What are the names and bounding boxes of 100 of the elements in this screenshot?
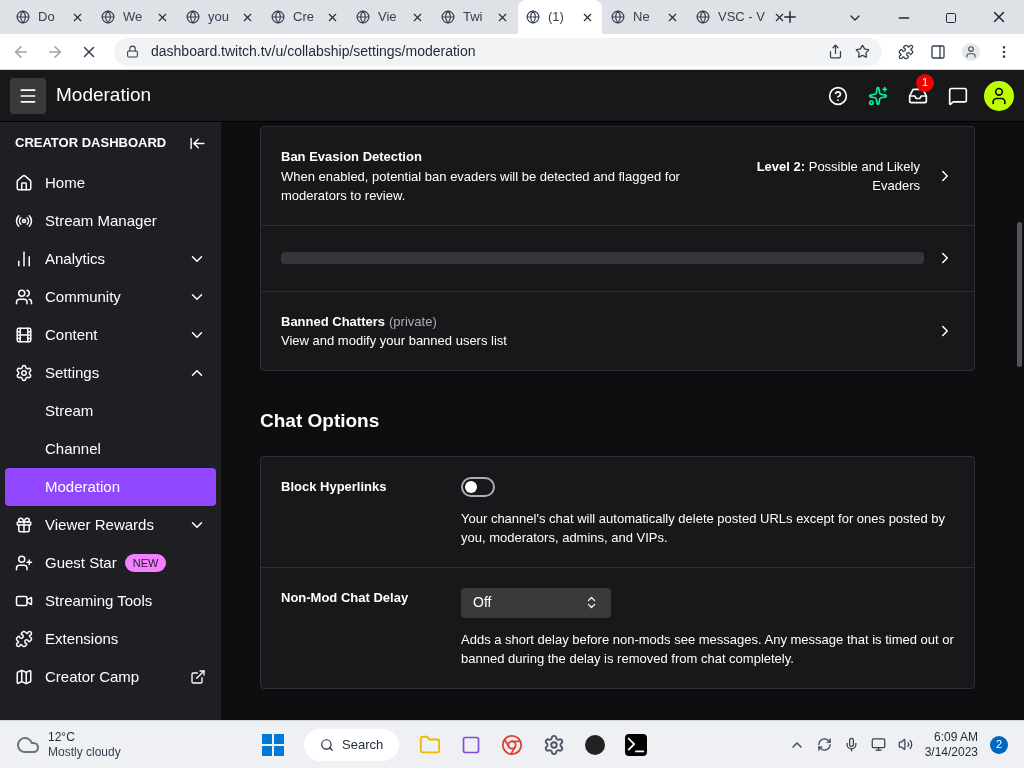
sidebar-heading: CREATOR DASHBOARD (15, 134, 167, 153)
film-icon (15, 326, 33, 344)
bar-chart-icon (15, 250, 33, 268)
sidebar-label: Content (45, 324, 98, 345)
site-icon (611, 10, 625, 24)
people-icon (15, 288, 33, 306)
home-icon (15, 174, 33, 192)
help-icon[interactable] (828, 85, 848, 106)
weather-text: Mostly cloudy (48, 744, 121, 760)
user-icon (989, 85, 1009, 106)
setting-value: Level 2: Possible and Likely Evaders (755, 157, 920, 195)
profile-icon[interactable] (962, 42, 980, 61)
delay-select[interactable]: Off (461, 587, 611, 618)
site-icon (186, 10, 200, 24)
sidebar-label: Community (45, 286, 121, 307)
sidebar-item[interactable]: Analytics (5, 240, 216, 278)
sidebar-item[interactable]: Community (5, 278, 216, 316)
setting-title: Block Hyperlinks (281, 477, 388, 496)
sync-icon[interactable] (816, 737, 832, 752)
sidebar-label: Analytics (45, 248, 106, 269)
browser-icon[interactable] (501, 733, 524, 756)
volume-icon[interactable] (897, 737, 913, 752)
avatar[interactable] (984, 80, 1014, 111)
app-icon[interactable] (585, 734, 606, 755)
clock-time: 6:09 AM (934, 729, 978, 745)
sidebar-item[interactable]: Guest Star NEW (5, 544, 216, 582)
search-button[interactable]: Search (304, 728, 400, 761)
tab-title: Do (38, 8, 56, 27)
maximize-icon[interactable] (945, 12, 957, 24)
setting-title: Banned Chatters (281, 312, 386, 331)
browser-tab[interactable]: Cre (263, 0, 347, 34)
settings-icon (15, 364, 33, 382)
tab-title: Twi (463, 8, 484, 27)
new-badge: NEW (124, 553, 167, 573)
sidebar-label: Extensions (45, 628, 119, 649)
sidebar-label: Channel (45, 438, 101, 459)
browser-tab[interactable]: VSC - V (688, 0, 772, 34)
bookmark-icon[interactable] (855, 44, 870, 59)
notification-badge[interactable]: 2 (990, 735, 1008, 754)
tab-title: you (208, 8, 230, 27)
sidebar-item[interactable]: Stream (5, 392, 216, 430)
setting-description: Adds a short delay before non-mods see messages. Any message that is timed out or banned during the delay is removed from chat completely. (461, 630, 954, 668)
sidebar-label: Settings (45, 362, 100, 383)
url-text: dashboard.twitch.tv/u/collabship/settings/moderation (151, 42, 477, 61)
extensions-icon[interactable] (898, 43, 914, 60)
browser-tab[interactable]: Vie (348, 0, 432, 34)
side-panel-icon[interactable] (930, 43, 946, 60)
sidebar-label: Creator Camp (45, 666, 140, 687)
sparkle-icon[interactable] (868, 85, 888, 106)
browser-tab[interactable]: (1) (518, 0, 602, 34)
gift-icon (15, 516, 33, 534)
address-bar[interactable]: dashboard.twitch.tv/u/collabship/settings/moderation (114, 37, 882, 66)
microphone-icon[interactable] (843, 737, 859, 752)
browser-tab[interactable]: Ne (603, 0, 687, 34)
start-icon[interactable] (262, 733, 285, 756)
sidebar-item[interactable]: Channel (5, 430, 216, 468)
browser-tab[interactable]: Do (8, 0, 92, 34)
tab-title: Ne (633, 8, 651, 27)
sidebar-label: Viewer Rewards (45, 514, 154, 535)
sidebar-item[interactable]: Stream Manager (5, 202, 216, 240)
sidebar-item[interactable]: Streaming Tools (5, 582, 216, 620)
site-icon (101, 10, 115, 24)
page-title: Moderation (56, 83, 152, 108)
sidebar-item[interactable]: Extensions (5, 620, 216, 658)
setting-description: When enabled, potential ban evaders will be detected and flagged for moderators to review. (281, 167, 681, 205)
tab-title: (1) (548, 8, 565, 27)
tab-title: We (123, 8, 144, 27)
site-icon (16, 10, 30, 24)
setting-title: Non-Mod Chat Delay (281, 588, 410, 607)
temperature: 12°C (48, 729, 76, 745)
section-heading: Chat Options (260, 409, 381, 433)
sidebar-item[interactable]: Moderation (5, 468, 216, 506)
sidebar-item[interactable]: Home (5, 164, 216, 202)
map-icon (15, 668, 33, 686)
terminal-icon[interactable] (625, 733, 648, 756)
notification-badge: 1 (916, 73, 934, 92)
sidebar-item[interactable]: Content (5, 316, 216, 354)
network-icon[interactable] (870, 737, 886, 752)
toggle-switch[interactable] (461, 476, 495, 497)
sidebar-label: Home (45, 172, 85, 193)
settings-icon[interactable] (543, 733, 566, 756)
menu-button[interactable] (10, 77, 46, 114)
browser-tab[interactable]: Twi (433, 0, 517, 34)
sidebar-item[interactable]: Creator Camp (5, 658, 216, 696)
browser-tab[interactable]: We (93, 0, 177, 34)
sidebar-label: Stream (45, 400, 94, 421)
share-icon[interactable] (828, 44, 843, 59)
clock-date: 3/14/2023 (924, 744, 978, 760)
setting-note: (private) (389, 312, 437, 331)
site-icon (356, 10, 370, 24)
chat-icon[interactable] (948, 85, 968, 106)
site-icon (526, 10, 540, 24)
sidebar-item[interactable]: Settings (5, 354, 216, 392)
new-tab-icon[interactable] (781, 8, 799, 26)
setting-description: View and modify your banned users list (281, 332, 508, 350)
browser-tab[interactable]: you (178, 0, 262, 34)
sidebar-item[interactable]: Viewer Rewards (5, 506, 216, 544)
puzzle-icon (15, 630, 33, 648)
sidebar-label: Guest Star (45, 552, 117, 573)
sidebar-label: Moderation (45, 476, 121, 497)
